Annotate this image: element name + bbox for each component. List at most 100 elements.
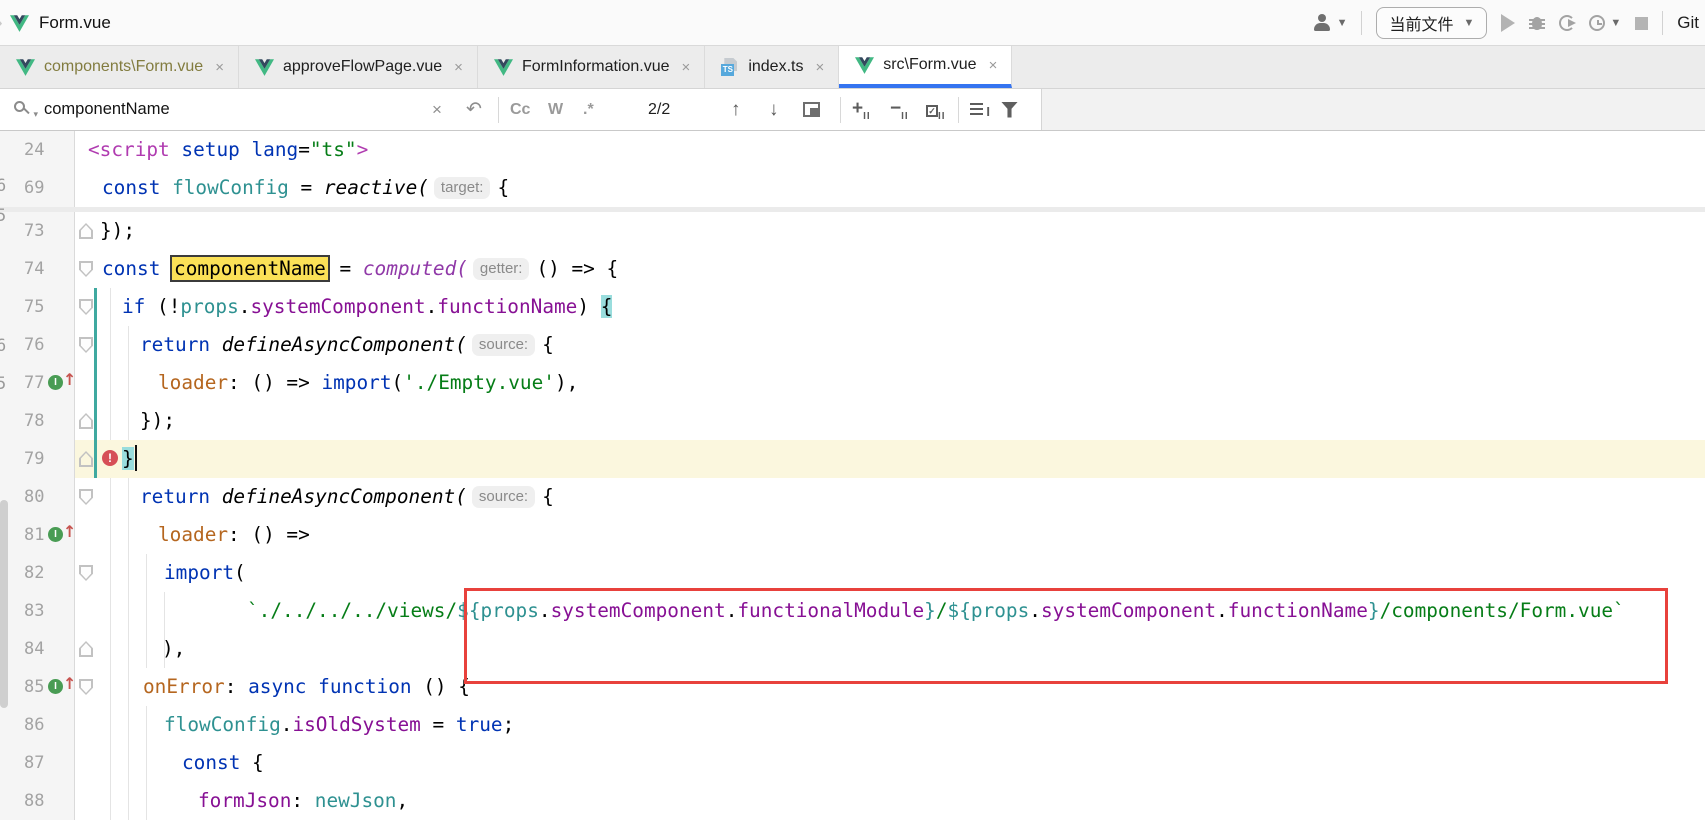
profile-menu-button[interactable]: ▼	[1313, 14, 1348, 32]
close-tab-icon[interactable]: ×	[682, 59, 691, 76]
code-text[interactable]: if (!props.systemComponent.functionName)…	[100, 288, 1705, 326]
match-case-toggle[interactable]: Cc	[510, 101, 530, 119]
words-toggle[interactable]: W	[548, 101, 563, 119]
left-panel-scrollbar[interactable]	[0, 500, 8, 708]
clear-search-button[interactable]: ×	[432, 100, 442, 120]
profiler-button[interactable]: ▼	[1589, 15, 1621, 31]
vcs-change-marker[interactable]	[94, 364, 97, 402]
close-tab-icon[interactable]: ×	[454, 59, 463, 76]
code-line-74[interactable]: 74const componentName = computed(getter:…	[0, 250, 1705, 288]
editor-tab-4[interactable]: TSindex.ts×	[705, 46, 839, 88]
fold-end-icon[interactable]	[79, 451, 93, 467]
close-tab-icon[interactable]: ×	[989, 57, 998, 74]
code-line-75[interactable]: 75if (!props.systemComponent.functionNam…	[0, 288, 1705, 326]
regex-toggle[interactable]: .*	[583, 101, 594, 119]
fold-start-icon[interactable]	[79, 679, 93, 695]
code-line-86[interactable]: 86flowConfig.isOldSystem = true;	[0, 706, 1705, 744]
code-text[interactable]: const componentName = computed(getter:()…	[100, 250, 1705, 288]
vcs-change-marker[interactable]	[94, 440, 97, 478]
gutter-marker-icon[interactable]: I	[48, 527, 63, 542]
code-text[interactable]: });	[100, 402, 1705, 440]
error-squiggle	[122, 311, 148, 322]
filter-funnel-icon[interactable]	[1001, 102, 1018, 118]
code-text[interactable]: const flowConfig = reactive(target:{	[100, 169, 1705, 207]
fold-start-icon[interactable]	[79, 337, 93, 353]
fold-end-icon[interactable]	[79, 641, 93, 657]
clipped-line-number-fragment: 6	[0, 336, 6, 356]
vcs-change-marker[interactable]	[94, 288, 97, 326]
code-line-88[interactable]: 88formJson: newJson,	[0, 782, 1705, 820]
code-text[interactable]: flowConfig.isOldSystem = true;	[100, 706, 1705, 744]
code-line-76[interactable]: 76return defineAsyncComponent(source:{	[0, 326, 1705, 364]
code-line-78[interactable]: 78});	[0, 402, 1705, 440]
annotation-red-box	[464, 588, 1668, 684]
code-line-87[interactable]: 87const {	[0, 744, 1705, 782]
remove-occurrence-button[interactable]: −II	[890, 98, 916, 122]
vue-file-icon	[494, 59, 513, 76]
code-text[interactable]: return defineAsyncComponent(source:{	[100, 326, 1705, 364]
stop-button[interactable]	[1635, 17, 1648, 30]
code-text[interactable]: });	[100, 212, 1705, 250]
code-text[interactable]: !}	[100, 440, 1705, 478]
gutter-marker-icon[interactable]: I	[48, 679, 63, 694]
git-menu-button[interactable]: Git	[1677, 13, 1699, 33]
search-options-button[interactable]: ▾	[12, 100, 38, 120]
code-line-80[interactable]: 80return defineAsyncComponent(source:{	[0, 478, 1705, 516]
new-line-button[interactable]: ↶	[466, 98, 482, 121]
editor-tab-5[interactable]: src\Form.vue×	[839, 46, 1012, 88]
close-tab-icon[interactable]: ×	[215, 59, 224, 76]
code-text[interactable]: return defineAsyncComponent(source:{	[100, 478, 1705, 516]
fold-start-icon[interactable]	[79, 489, 93, 505]
vue-file-icon	[255, 59, 274, 76]
search-in-selection-button[interactable]	[803, 102, 820, 117]
editor-tab-3[interactable]: FormInformation.vue×	[478, 46, 705, 88]
code-token: >	[357, 138, 369, 161]
vcs-change-marker[interactable]	[94, 326, 97, 364]
filter-results-icon[interactable]: I	[970, 103, 990, 117]
gutter-fold-column	[75, 706, 100, 744]
code-token: formJson	[198, 789, 291, 812]
code-text[interactable]: formJson: newJson,	[100, 782, 1705, 820]
search-input[interactable]: componentName	[44, 100, 170, 119]
code-token: });	[140, 409, 175, 432]
code-token: .	[281, 713, 293, 736]
fold-end-icon[interactable]	[79, 413, 93, 429]
select-all-occurrences-button[interactable]: ✓II	[926, 98, 952, 122]
editor-tab-1[interactable]: components\Form.vue×	[0, 46, 239, 88]
error-squiggle	[100, 501, 146, 512]
run-configuration-selector[interactable]: 当前文件 ▼	[1376, 7, 1487, 39]
fold-start-icon[interactable]	[79, 261, 93, 277]
gutter-fold-column	[75, 212, 100, 250]
code-line-79[interactable]: 79!}	[0, 440, 1705, 478]
editor-tab-2[interactable]: approveFlowPage.vue×	[239, 46, 478, 88]
debug-button[interactable]	[1529, 15, 1545, 31]
code-text[interactable]: loader: () =>	[100, 516, 1705, 554]
fold-start-icon[interactable]	[79, 299, 93, 315]
code-token: flowConfig	[164, 713, 281, 736]
code-line-81[interactable]: 81I↑loader: () =>	[0, 516, 1705, 554]
code-text[interactable]: import(	[100, 554, 1705, 592]
code-token: lang	[251, 138, 298, 161]
code-line-82[interactable]: 82import(	[0, 554, 1705, 592]
close-tab-icon[interactable]: ×	[815, 59, 824, 76]
gutter-fold-column	[75, 630, 100, 668]
fold-start-icon[interactable]	[79, 565, 93, 581]
next-match-button[interactable]: ↓	[769, 99, 779, 121]
code-line-73[interactable]: 73});	[0, 212, 1705, 250]
code-text[interactable]: const {	[100, 744, 1705, 782]
code-line-24[interactable]: 24<script setup lang="ts">	[0, 131, 1705, 169]
code-token: <script	[88, 138, 170, 161]
previous-match-button[interactable]: ↑	[731, 99, 741, 121]
code-line-69[interactable]: 69const flowConfig = reactive(target:{	[0, 169, 1705, 207]
fold-end-icon[interactable]	[79, 223, 93, 239]
vcs-change-marker[interactable]	[94, 402, 97, 440]
coverage-button[interactable]	[1559, 15, 1575, 31]
add-occurrence-button[interactable]: +II	[852, 98, 878, 122]
error-squiggle	[102, 273, 128, 284]
code-editor[interactable]: 24<script setup lang="ts">69const flowCo…	[0, 131, 1705, 820]
run-button[interactable]	[1501, 14, 1515, 32]
code-line-77[interactable]: 77I↑loader: () => import('./Empty.vue'),	[0, 364, 1705, 402]
code-text[interactable]: loader: () => import('./Empty.vue'),	[100, 364, 1705, 402]
code-text[interactable]: <script setup lang="ts">	[100, 131, 1705, 169]
gutter-marker-icon[interactable]: I	[48, 375, 63, 390]
